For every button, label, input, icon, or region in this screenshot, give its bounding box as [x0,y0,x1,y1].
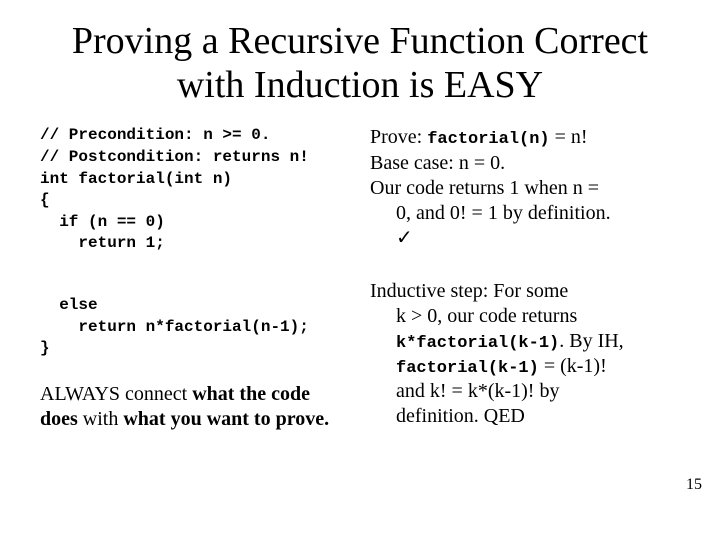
ind3-post: = (k-1)! [539,355,607,377]
base-return-line-a: Our code returns 1 when n = [370,176,680,201]
ind3-mono: factorial(k-1) [396,359,539,378]
connect-note: ALWAYS connect what the code does with w… [40,382,350,432]
prove-mono: factorial(n) [427,130,549,149]
code-block-bottom: else return n*factorial(n-1); } [40,295,350,360]
inductive-line-1b: k > 0, our code returns [396,304,680,329]
inductive-line-4a: and k! = k*(k-1)! by [396,379,680,404]
inductive-line-2: k*factorial(k-1). By IH, [396,329,680,354]
page-number: 15 [686,476,702,494]
note-text-1: ALWAYS connect [40,383,192,405]
prove-post: = n! [550,126,588,148]
ind2-post: . By IH, [559,330,623,352]
inductive-line-1a: Inductive step: For some [370,279,680,304]
prove-line: Prove: factorial(n) = n! [370,125,680,150]
right-column: Prove: factorial(n) = n! Base case: n = … [370,125,680,431]
base-return-line-b: 0, and 0! = 1 by definition. [396,201,680,226]
prove-pre: Prove: [370,126,427,148]
slide: Proving a Recursive Function Correct wit… [0,0,720,540]
note-text-2: with [78,408,124,430]
proof-gap [370,251,680,279]
left-column: // Precondition: n >= 0. // Postconditio… [40,125,350,431]
base-case-line: Base case: n = 0. [370,151,680,176]
code-gap [40,255,350,295]
inductive-line-3: factorial(k-1) = (k-1)! [396,354,680,379]
inductive-line-4b: definition. QED [396,404,680,429]
ind2-mono: k*factorial(k-1) [396,334,559,353]
content-columns: // Precondition: n >= 0. // Postconditio… [40,125,680,431]
slide-title: Proving a Recursive Function Correct wit… [40,20,680,107]
check-icon: ✓ [396,226,680,251]
code-block-top: // Precondition: n >= 0. // Postconditio… [40,125,350,255]
note-bold-2: what you want to prove. [123,408,329,430]
